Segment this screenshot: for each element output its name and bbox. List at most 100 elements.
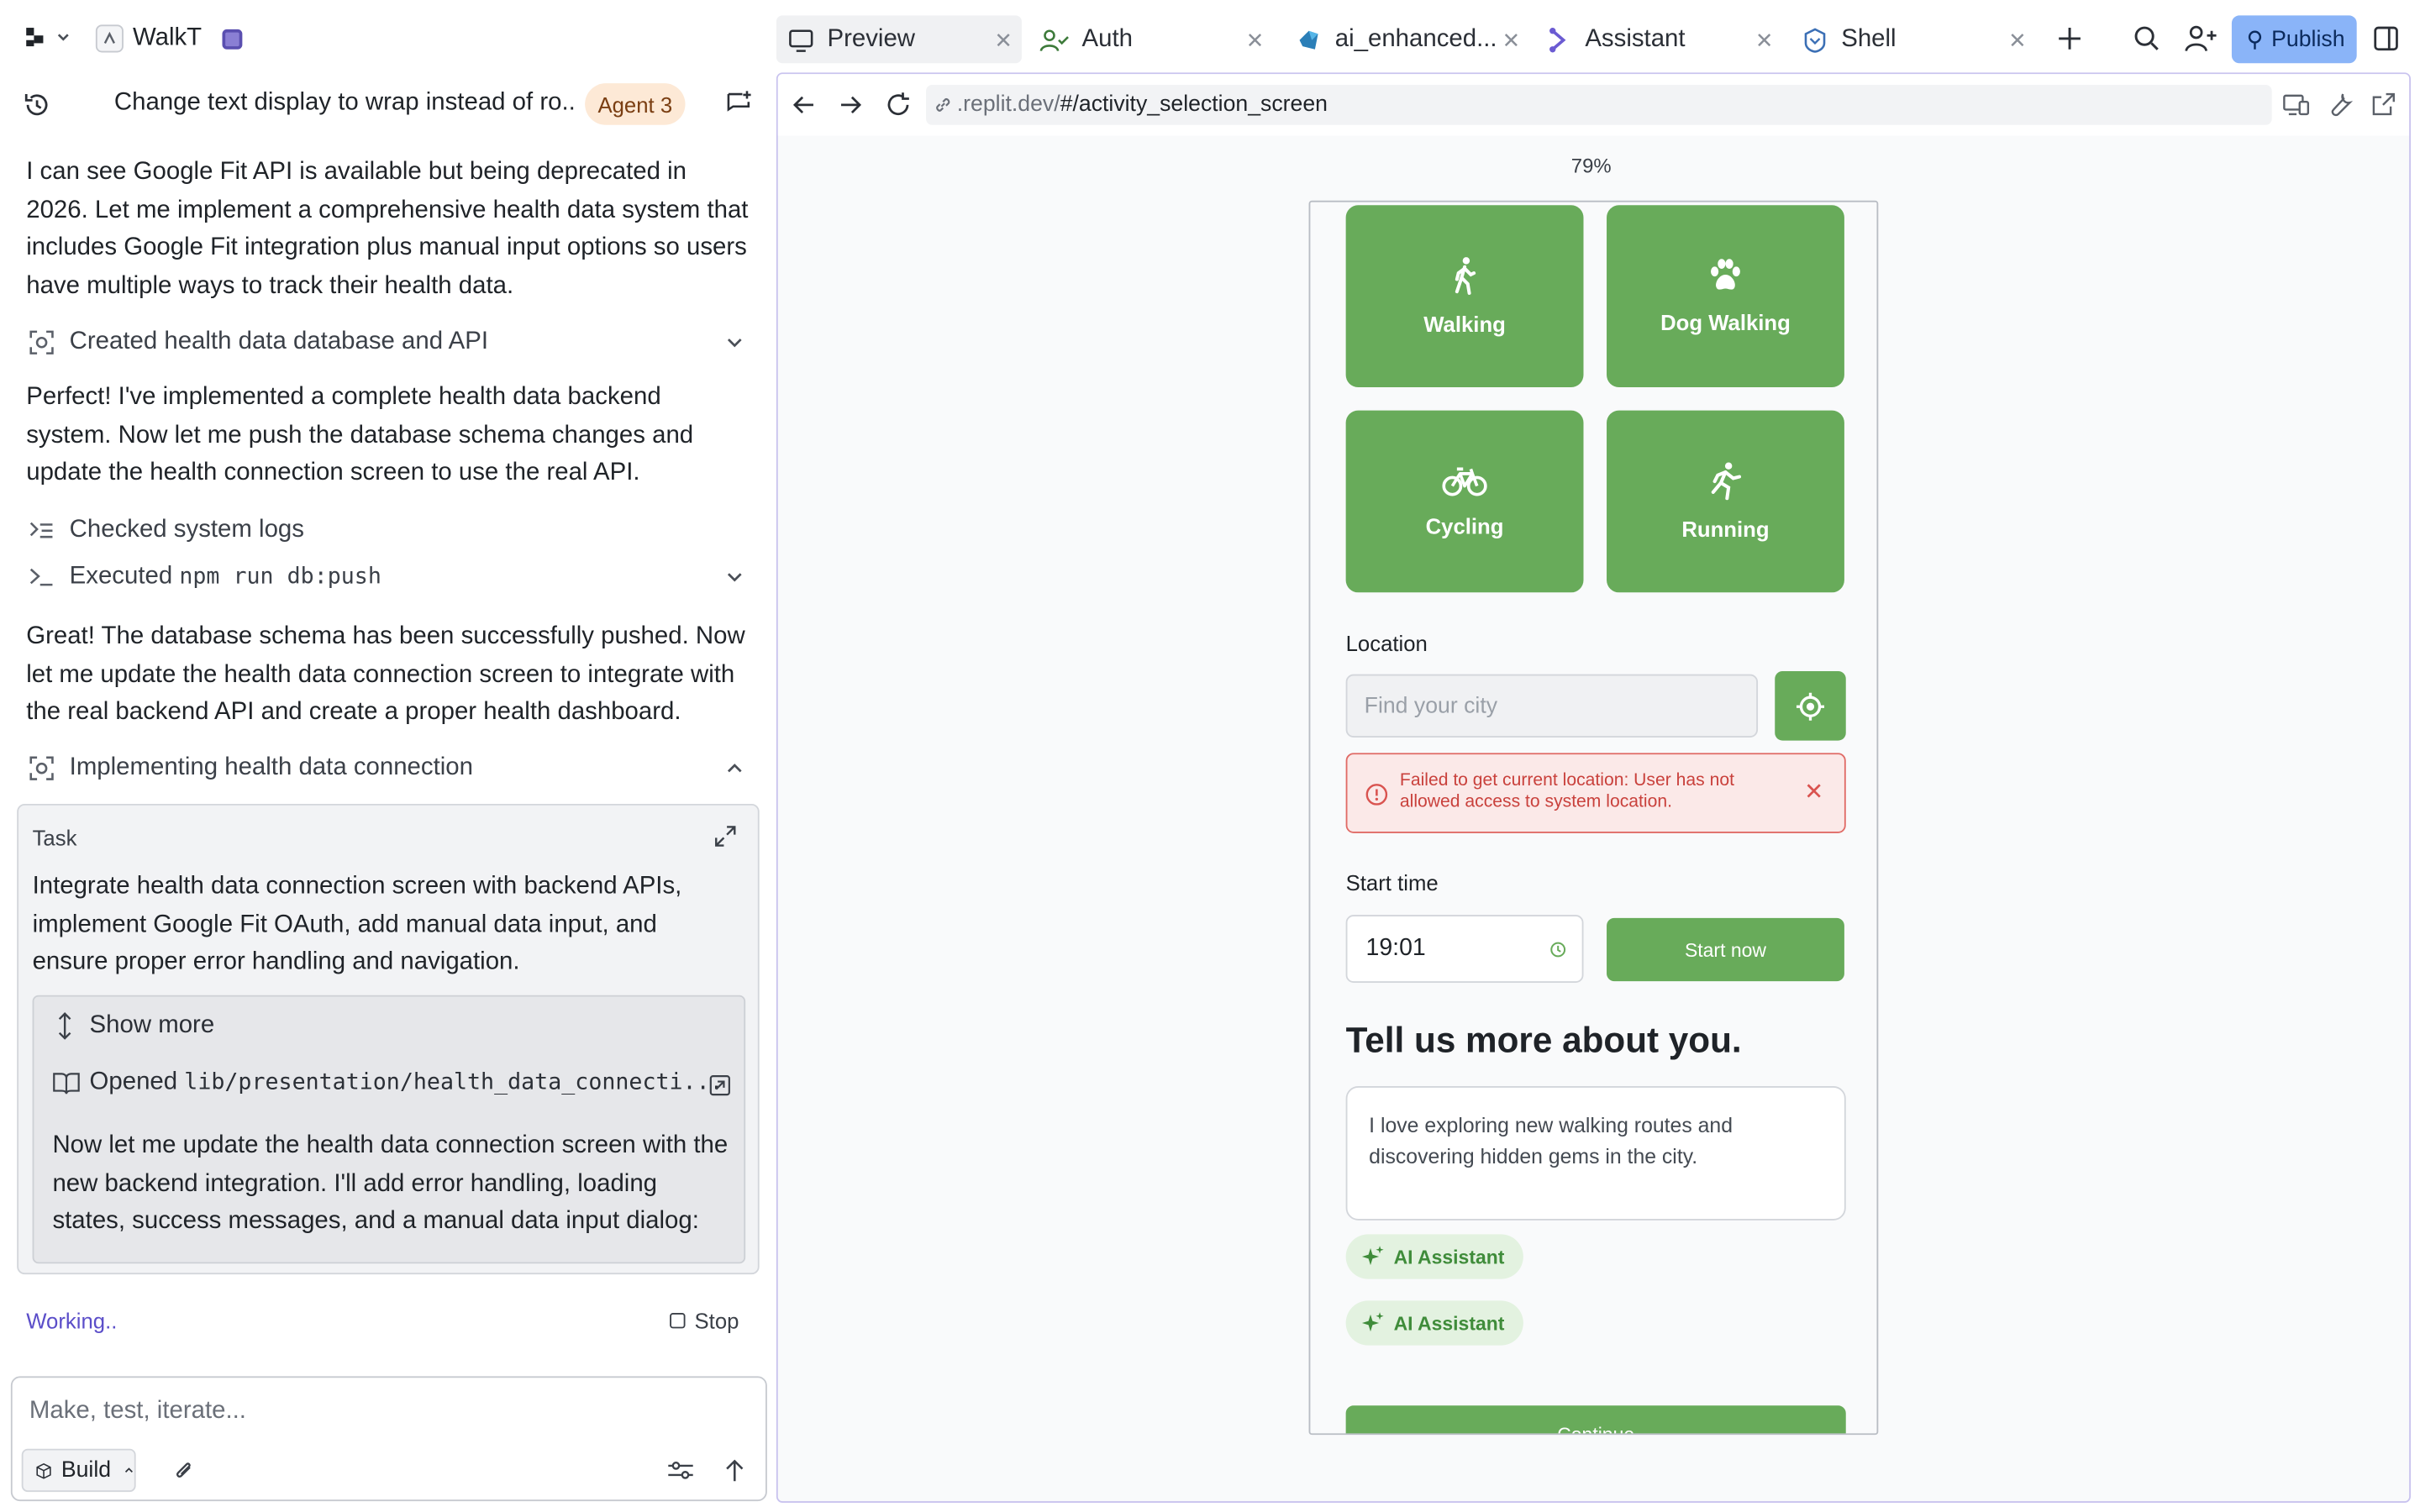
devices-icon[interactable] <box>2283 92 2311 117</box>
chevron-down-icon <box>727 339 742 348</box>
working-status: Working.. <box>26 1308 118 1333</box>
open-new-window-icon[interactable] <box>2370 91 2396 117</box>
zoom-level: 79% <box>1570 154 1612 178</box>
wrench-icon[interactable] <box>2328 91 2354 117</box>
agent-icon <box>1549 27 1566 52</box>
close-icon[interactable]: ✕ <box>1755 28 1774 54</box>
activity-running[interactable]: Running <box>1607 410 1844 593</box>
publish-button[interactable]: Publish <box>2231 15 2357 64</box>
workspace-color-icon <box>222 29 243 50</box>
activity-dog-walking[interactable]: Dog Walking <box>1607 205 1844 388</box>
walking-icon <box>1455 257 1476 296</box>
action-executed-command[interactable]: Executed npm run db:push <box>26 559 751 596</box>
close-icon[interactable]: ✕ <box>1246 28 1265 54</box>
locate-me-button[interactable] <box>1775 670 1846 741</box>
ai-assistant-button[interactable]: AI Assistant <box>1345 1234 1523 1279</box>
sidebar-toggle-icon <box>2374 26 2398 51</box>
about-textarea[interactable]: I love exploring new walking routes and … <box>1345 1086 1846 1221</box>
opened-file-path: lib/presentation/health_data_connecti... <box>184 1070 723 1096</box>
tab-label: Shell <box>1841 25 1897 52</box>
chevron-up-icon <box>124 1467 133 1473</box>
replit-menu-button[interactable] <box>24 26 71 48</box>
action-label: Checked system logs <box>69 517 304 543</box>
logs-icon <box>26 515 57 546</box>
open-external-icon[interactable] <box>708 1074 732 1097</box>
user-check-icon <box>1039 29 1069 51</box>
url-host: .replit.dev/ <box>956 92 1060 118</box>
activity-label: Walking <box>1423 312 1506 337</box>
activity-cycling[interactable]: Cycling <box>1345 410 1584 593</box>
chevron-up-icon <box>727 764 742 773</box>
reload-icon[interactable] <box>884 91 912 118</box>
browser-toolbar: .replit.dev/ #/activity_selection_screen <box>777 74 2410 136</box>
agent-badge: Agent 3 <box>585 83 686 125</box>
task-label: Task <box>32 825 77 851</box>
close-icon[interactable]: ✕ <box>994 28 1013 54</box>
chevron-down-icon <box>727 573 742 582</box>
stop-label: Stop <box>694 1308 739 1333</box>
tab-ai-enhanced[interactable]: ai_enhanced... ✕ <box>1286 15 1529 63</box>
dismiss-error-icon[interactable]: ✕ <box>1804 778 1823 806</box>
activity-label: Running <box>1681 517 1770 542</box>
monitor-icon <box>789 29 813 51</box>
show-more-button[interactable]: Show more <box>52 1012 214 1040</box>
sliders-icon <box>668 1462 693 1479</box>
ai-chip-label: AI Assistant <box>1393 1246 1505 1268</box>
forward-arrow-icon[interactable] <box>838 92 862 117</box>
chat-input-box: Make, test, iterate... Build <box>10 1376 767 1502</box>
url-field[interactable]: .replit.dev/ #/activity_selection_screen <box>926 85 2272 125</box>
activity-walking[interactable]: Walking <box>1345 205 1584 388</box>
tab-auth[interactable]: Auth ✕ <box>1029 15 1273 63</box>
command-text: npm run db:push <box>179 564 381 590</box>
search-button[interactable] <box>2132 24 2163 55</box>
send-button[interactable] <box>723 1458 745 1483</box>
agent-chat-panel: Change text display to wrap instead of r… <box>0 80 772 1512</box>
workspace-name[interactable]: WalkT <box>133 24 202 52</box>
mode-selector[interactable]: Build <box>21 1448 136 1493</box>
sparkles-icon <box>1361 1246 1384 1266</box>
tab-shell[interactable]: Shell ✕ <box>1791 15 2035 63</box>
start-time-label: Start time <box>1345 869 1439 895</box>
agent-message: Perfect! I've implemented a complete hea… <box>26 384 694 486</box>
attach-button[interactable] <box>171 1457 196 1484</box>
history-button[interactable] <box>22 90 53 121</box>
location-error-alert: Failed to get current location: User has… <box>1345 753 1846 833</box>
new-tab-button[interactable] <box>2054 24 2086 55</box>
action-created-database[interactable]: Created health data database and API <box>26 324 751 361</box>
error-message: Failed to get current location: User has… <box>1399 771 1734 812</box>
opened-file-row[interactable]: Opened lib/presentation/health_data_conn… <box>52 1069 731 1097</box>
invite-button[interactable] <box>2184 24 2217 55</box>
focus-icon <box>26 327 57 358</box>
replit-logo-icon <box>26 28 44 47</box>
start-time-value: 19:01 <box>1365 935 1426 962</box>
continue-button[interactable]: Continue <box>1345 1405 1846 1434</box>
tab-assistant[interactable]: Assistant ✕ <box>1539 15 1782 63</box>
close-icon[interactable]: ✕ <box>2008 28 2027 54</box>
app-icon <box>95 24 124 53</box>
paperclip-icon <box>176 1462 191 1478</box>
start-now-button[interactable]: Start now <box>1607 917 1844 982</box>
back-arrow-icon[interactable] <box>792 92 816 117</box>
new-chat-icon <box>727 91 751 112</box>
ai-assistant-button[interactable]: AI Assistant <box>1345 1300 1523 1346</box>
expand-button[interactable] <box>713 824 738 848</box>
toggle-layout-button[interactable] <box>2372 24 2400 52</box>
new-chat-button[interactable] <box>725 90 753 118</box>
action-checked-logs[interactable]: Checked system logs <box>26 512 751 549</box>
location-label: Location <box>1345 631 1428 656</box>
action-implementing[interactable]: Implementing health data connection <box>26 750 751 787</box>
settings-button[interactable] <box>666 1458 694 1483</box>
close-icon[interactable]: ✕ <box>1502 28 1521 54</box>
tab-label: ai_enhanced... <box>1334 25 1497 52</box>
tab-preview[interactable]: Preview ✕ <box>776 15 1022 64</box>
history-icon <box>24 94 48 116</box>
city-search-input[interactable]: Find your city <box>1345 674 1759 738</box>
shell-icon <box>1804 27 1826 52</box>
arrow-up-icon <box>726 1459 744 1482</box>
cube-icon <box>36 1462 51 1478</box>
stop-button[interactable]: Stop <box>670 1309 739 1333</box>
alert-circle-icon <box>1365 784 1388 806</box>
tab-label: Preview <box>827 25 916 52</box>
chat-input[interactable]: Make, test, iterate... <box>29 1398 246 1425</box>
start-time-input[interactable]: 19:01 <box>1345 915 1584 984</box>
